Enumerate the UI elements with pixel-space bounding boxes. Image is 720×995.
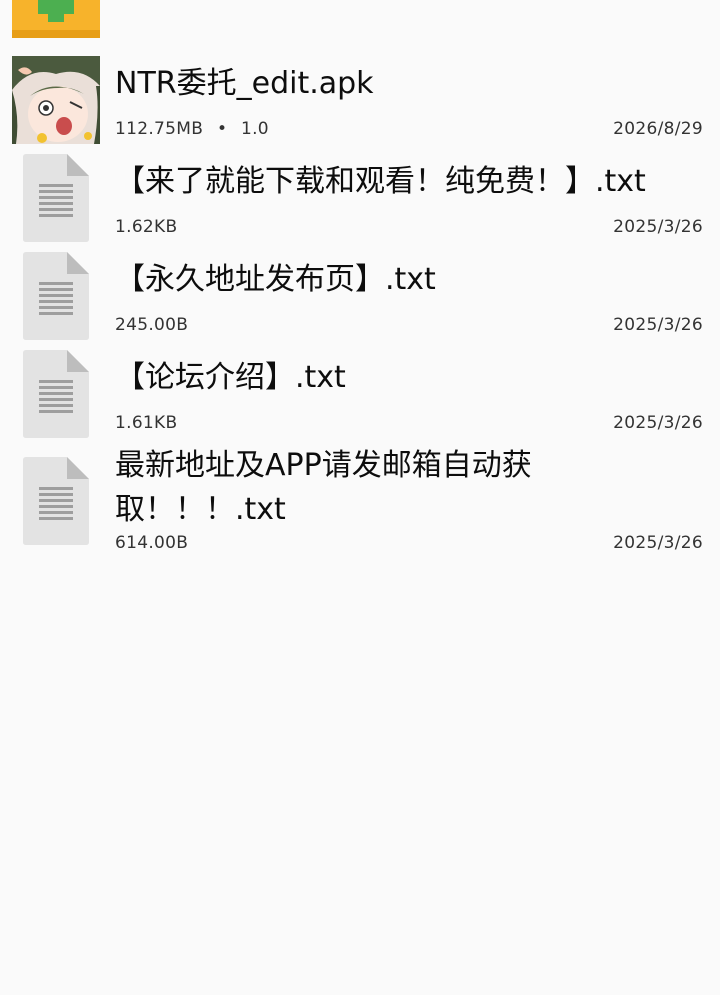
- file-meta: 112.75MB • 1.0: [115, 119, 269, 139]
- file-date: 2025/3/26: [613, 533, 703, 553]
- file-version: 1.0: [240, 119, 269, 139]
- text-file-icon: [23, 350, 89, 438]
- file-size: 112.75MB: [115, 119, 204, 139]
- file-date: 2026/8/29: [613, 119, 703, 139]
- file-name: 【论坛介绍】.txt: [115, 360, 346, 395]
- file-name: 【永久地址发布页】.txt: [115, 262, 436, 297]
- file-name: 【来了就能下载和观看！纯免费！】.txt: [115, 164, 646, 199]
- text-file-icon: [23, 154, 89, 242]
- file-size: 1.62KB: [115, 217, 178, 237]
- meta-separator: •: [216, 119, 228, 139]
- file-date: 2025/3/26: [613, 413, 703, 433]
- folder-icon[interactable]: [12, 0, 100, 38]
- file-name: NTR委托_edit.apk: [115, 66, 374, 101]
- app-thumbnail-icon: [12, 56, 100, 144]
- file-date: 2025/3/26: [613, 217, 703, 237]
- file-size: 245.00B: [115, 315, 189, 335]
- file-name: 最新地址及APP请发邮箱自动获取！！！.txt: [115, 448, 532, 527]
- text-file-icon: [23, 457, 89, 545]
- file-size: 1.61KB: [115, 413, 178, 433]
- text-file-icon: [23, 252, 89, 340]
- file-date: 2025/3/26: [613, 315, 703, 335]
- file-size: 614.00B: [115, 533, 189, 553]
